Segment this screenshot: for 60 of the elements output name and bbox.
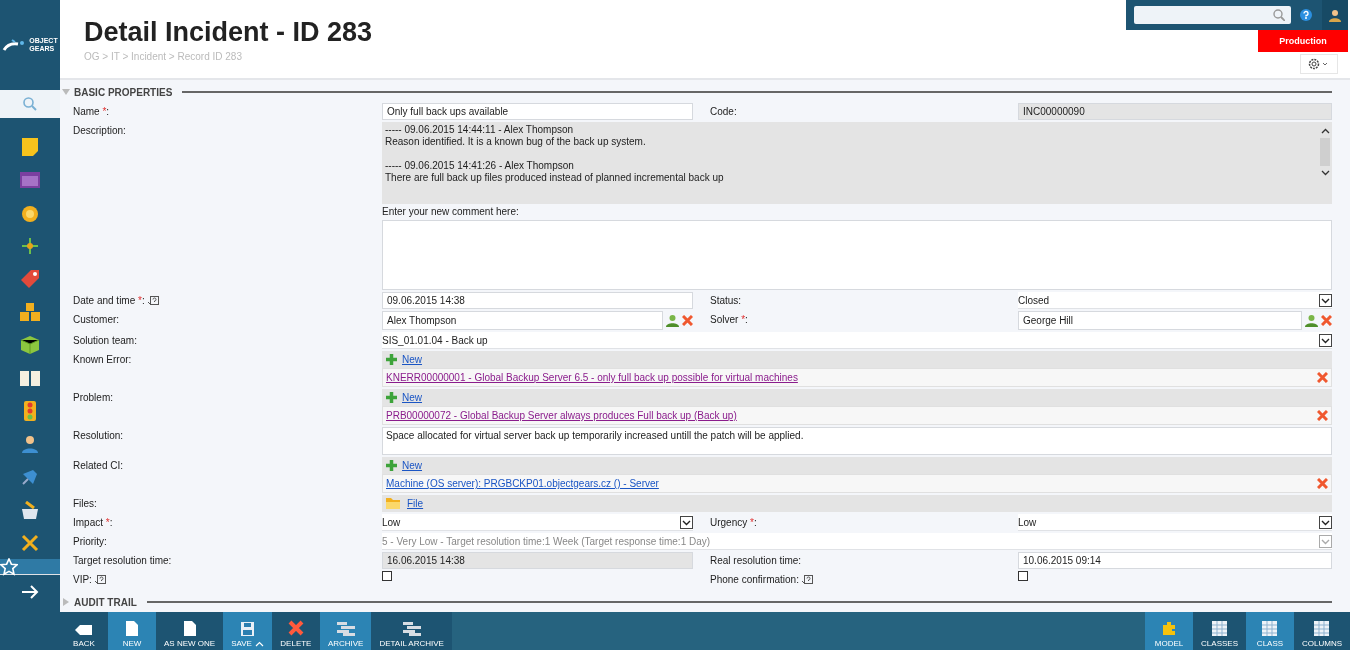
- delete-button[interactable]: DELETE: [271, 612, 320, 650]
- field-label: Phone confirmation:: [710, 574, 799, 585]
- select-field[interactable]: Low: [1018, 514, 1332, 531]
- page-title: Detail Incident - ID 283: [84, 16, 373, 49]
- field-label: Solver *:: [710, 314, 748, 325]
- history-entry-text: There are full back up files produced instead of planned incremental back up: [385, 172, 724, 184]
- toolbar-button[interactable]: AS NEW ONE: [156, 612, 224, 650]
- field-label: Code:: [710, 106, 737, 117]
- field-label: Resolution:: [73, 430, 124, 441]
- field-label: Name *:: [73, 106, 110, 117]
- select-field[interactable]: Low: [382, 514, 693, 531]
- field-label: Real resolution time:: [710, 555, 802, 566]
- history-entry-header: ----- 09.06.2015 14:41:26 - Alex Thompson: [385, 160, 575, 172]
- breadcrumb: OG > IT > Incident > Record ID 283: [84, 51, 243, 62]
- field-label: Files:: [73, 498, 97, 509]
- record-link[interactable]: PRB00000072 - Global Backup Server always produces Full back up (Back up): [386, 410, 737, 421]
- toolbar-button[interactable]: DETAIL ARCHIVE: [371, 612, 452, 650]
- toolbar-button[interactable]: BACK: [60, 612, 108, 650]
- new-link[interactable]: New: [402, 392, 422, 403]
- select-field[interactable]: Closed: [1018, 292, 1332, 309]
- record-link[interactable]: KNERR00000001 - Global Backup Server 6.5 - only full back up possible for virtual machines: [386, 372, 798, 383]
- record-link[interactable]: Machine (OS server): PRGBCKP01.objectgears.cz () - Server: [386, 478, 659, 489]
- field-label: Customer:: [73, 314, 120, 325]
- field-label: Related CI:: [73, 460, 124, 471]
- file-link[interactable]: File: [407, 498, 424, 509]
- text-field[interactable]: Only full back ups available: [382, 103, 693, 120]
- toolbar-button[interactable]: MODEL: [1145, 612, 1194, 650]
- toolbar-button[interactable]: SAVE: [223, 612, 272, 650]
- lookup-field[interactable]: Alex Thompson: [382, 311, 663, 330]
- section-title[interactable]: BASIC PROPERTIES: [74, 86, 173, 98]
- field-label: Impact *:: [73, 517, 113, 528]
- field-label: Known Error:: [73, 354, 132, 365]
- toolbar-button[interactable]: NEW: [108, 612, 156, 650]
- toolbar-button[interactable]: COLUMNS: [1294, 612, 1350, 650]
- field-label: Description:: [73, 125, 126, 136]
- readonly-field: 16.06.2015 14:38: [382, 552, 693, 569]
- text-field[interactable]: 09.06.2015 14:38: [382, 292, 693, 309]
- text-area[interactable]: Space allocated for virtual server back up temporarily increased untill the patch will be applied.: [382, 427, 1332, 455]
- field-label: Priority:: [73, 536, 107, 547]
- field-label: Problem:: [73, 392, 113, 403]
- text-field[interactable]: 10.06.2015 09:14: [1018, 552, 1332, 569]
- field-label: Date and time *:: [73, 295, 145, 306]
- new-link[interactable]: New: [402, 354, 422, 365]
- field-label: Status:: [710, 295, 742, 306]
- comment-label: Enter your new comment here:: [382, 206, 520, 217]
- section-title[interactable]: AUDIT TRAIL: [74, 596, 137, 608]
- toolbar-button[interactable]: CLASS: [1246, 612, 1294, 650]
- new-link[interactable]: New: [402, 460, 422, 471]
- toolbar-button[interactable]: ARCHIVE: [319, 612, 372, 650]
- readonly-field: INC00000090: [1018, 103, 1332, 120]
- toolbar-button[interactable]: CLASSES: [1193, 612, 1246, 650]
- field-label: Solution team:: [73, 335, 137, 346]
- field-label: Urgency *:: [710, 517, 757, 528]
- history-entry-text: Reason identified. It is a known bug of the back up system.: [385, 136, 647, 148]
- field-label: Target resolution time:: [73, 555, 172, 566]
- select-field[interactable]: SIS_01.01.04 - Back up: [382, 332, 1332, 349]
- lookup-field[interactable]: George Hill: [1018, 311, 1302, 330]
- history-entry-header: ----- 09.06.2015 14:44:11 - Alex Thompson: [385, 124, 575, 136]
- environment-badge: Production: [1258, 30, 1348, 52]
- field-label: VIP:: [73, 574, 92, 585]
